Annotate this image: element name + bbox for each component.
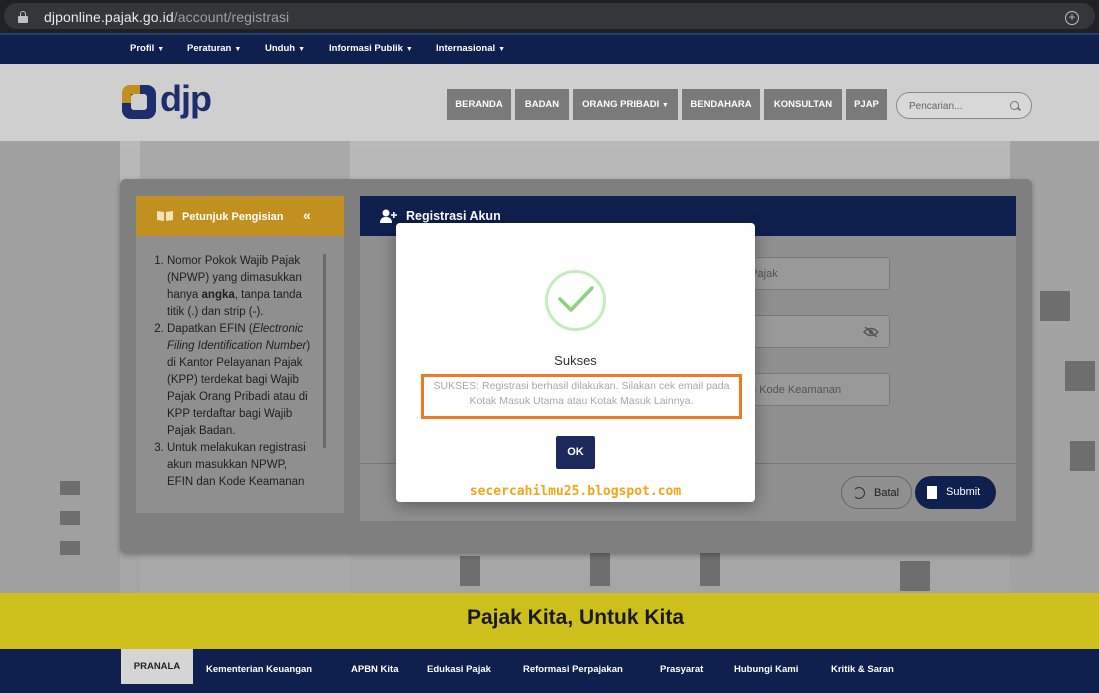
caret-down-icon: ▼ [661,102,669,109]
menu-bendahara[interactable]: BENDAHARA [682,89,760,120]
menu-badan[interactable]: BADAN [515,89,569,120]
topnav-item-informasi-publik[interactable]: Informasi Publik ▼ [329,43,413,54]
logo-text[interactable]: djp [160,78,212,120]
cancel-label: Batal [874,487,900,499]
footer-link-hubungi-kami[interactable]: Hubungi Kami [734,664,798,675]
footer-link-apbn-kita[interactable]: APBN Kita [351,664,399,675]
lock-icon [18,11,28,23]
captcha-field[interactable]: n Kode Keamanan [740,373,890,406]
caret-down-icon: ▼ [498,46,506,53]
caret-down-icon: ▼ [298,46,306,53]
caret-down-icon: ▼ [405,46,413,53]
top-navigation: Profil ▼ Peraturan ▼ Unduh ▼ Informasi Publ… [0,33,1099,64]
footer-tab-pranala[interactable]: PRANALA [121,649,193,684]
modal-title: Sukses [554,353,597,368]
add-user-icon [380,209,397,223]
scrollbar[interactable] [323,254,326,448]
watermark-text: secercahilmu25.blogspot.com [469,484,682,499]
topnav-item-unduh[interactable]: Unduh ▼ [265,43,305,54]
footer-link-kritik-saran[interactable]: Kritik & Saran [831,664,894,675]
caret-down-icon: ▼ [157,46,165,53]
instructions-panel: Nomor Pokok Wajib Pajak (NPWP) yang dima… [136,236,344,513]
search-placeholder: Pencarian... [909,101,963,112]
url-text[interactable]: djponline.pajak.go.id/account/registrasi [44,9,289,25]
book-icon [157,211,173,221]
instruction-item: Dapatkan EFIN (Electronic Filing Identif… [167,321,313,440]
cancel-button[interactable]: Batal [841,476,912,509]
undo-icon [853,487,865,499]
url-field[interactable]: djponline.pajak.go.id/account/registrasi… [4,3,1095,29]
topnav-item-peraturan[interactable]: Peraturan ▼ [187,43,241,54]
checkmark-icon [558,286,594,312]
djp-logo-icon[interactable] [120,83,158,121]
menu-beranda[interactable]: BERANDA [447,89,511,120]
submit-label: Submit [946,486,981,498]
ok-button[interactable]: OK [556,436,595,469]
menu-orang-pribadi[interactable]: ORANG PRIBADI ▼ [573,89,678,120]
browser-address-bar: djponline.pajak.go.id/account/registrasi… [0,0,1099,33]
menu-pjap[interactable]: PJAP [846,89,887,120]
tagline-text: Pajak Kita, Untuk Kita [466,606,685,629]
footer-link-prasyarat[interactable]: Prasyarat [660,664,703,675]
add-icon[interactable]: + [1065,11,1079,25]
modal-message: SUKSES: Registrasi berhasil dilakukan. S… [433,380,730,407]
search-input[interactable]: Pencarian... [896,92,1032,119]
document-icon [927,486,937,499]
instructions-list: Nomor Pokok Wajib Pajak (NPWP) yang dima… [153,253,313,491]
sidebar-title: Petunjuk Pengisian [182,211,284,223]
search-icon[interactable] [1010,101,1019,110]
eye-slash-icon[interactable] [863,327,879,337]
instruction-item: Nomor Pokok Wajib Pajak (NPWP) yang dima… [167,253,313,321]
instruction-item: Untuk melakukan registrasi akun masukkan… [167,440,313,491]
npwp-field[interactable]: b Pajak [740,257,890,290]
topnav-item-profil[interactable]: Profil ▼ [130,43,164,54]
footer-link-edukasi-pajak[interactable]: Edukasi Pajak [427,664,491,675]
footer-link-kementerian-keuangan[interactable]: Kementerian Keuangan [206,664,312,675]
submit-button[interactable]: Submit [915,476,996,509]
footer-link-reformasi-perpajakan[interactable]: Reformasi Perpajakan [523,664,623,675]
topnav-item-internasional[interactable]: Internasional ▼ [436,43,505,54]
efin-field[interactable] [740,315,890,348]
captcha-placeholder: n Kode Keamanan [750,384,842,396]
menu-konsultan[interactable]: KONSULTAN [764,89,842,120]
caret-down-icon: ▼ [234,46,242,53]
collapse-chevron-icon[interactable]: « [303,207,311,223]
registration-title: Registrasi Akun [406,209,501,223]
